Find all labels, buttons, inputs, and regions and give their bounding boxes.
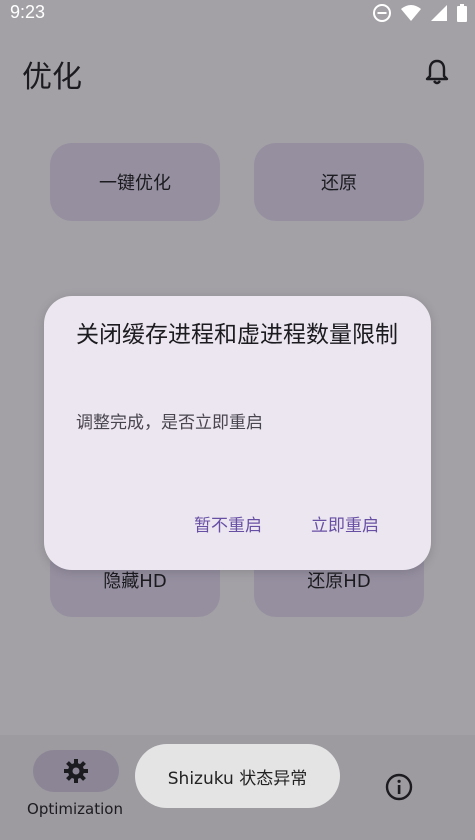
one-key-optimize-button[interactable]: 一键优化	[50, 143, 220, 221]
info-icon[interactable]	[385, 773, 413, 801]
restore-button[interactable]: 还原	[254, 143, 424, 221]
wifi-icon	[401, 5, 421, 21]
dialog-message: 调整完成，是否立即重启	[76, 413, 263, 433]
page-title: 优化	[22, 60, 82, 95]
later-button[interactable]: 暂不重启	[194, 511, 262, 536]
reboot-now-button[interactable]: 立即重启	[311, 511, 379, 536]
status-time: 9:23	[10, 2, 46, 22]
nav-label-optimization: Optimization	[27, 800, 123, 818]
gear-icon	[64, 759, 88, 783]
bell-icon[interactable]	[424, 58, 450, 86]
dialog-title: 关闭缓存进程和虚进程数量限制	[76, 322, 398, 348]
status-icons	[373, 4, 467, 22]
battery-icon	[457, 4, 467, 22]
app-bar: 优化	[0, 40, 475, 104]
status-bar: 9:23	[0, 0, 475, 28]
toast-message: Shizuku 状态异常	[135, 744, 340, 808]
signal-icon	[431, 5, 447, 21]
confirm-dialog: 关闭缓存进程和虚进程数量限制 调整完成，是否立即重启 暂不重启 立即重启	[44, 296, 431, 570]
do-not-disturb-icon	[373, 4, 391, 22]
nav-item-optimization[interactable]	[33, 750, 119, 792]
